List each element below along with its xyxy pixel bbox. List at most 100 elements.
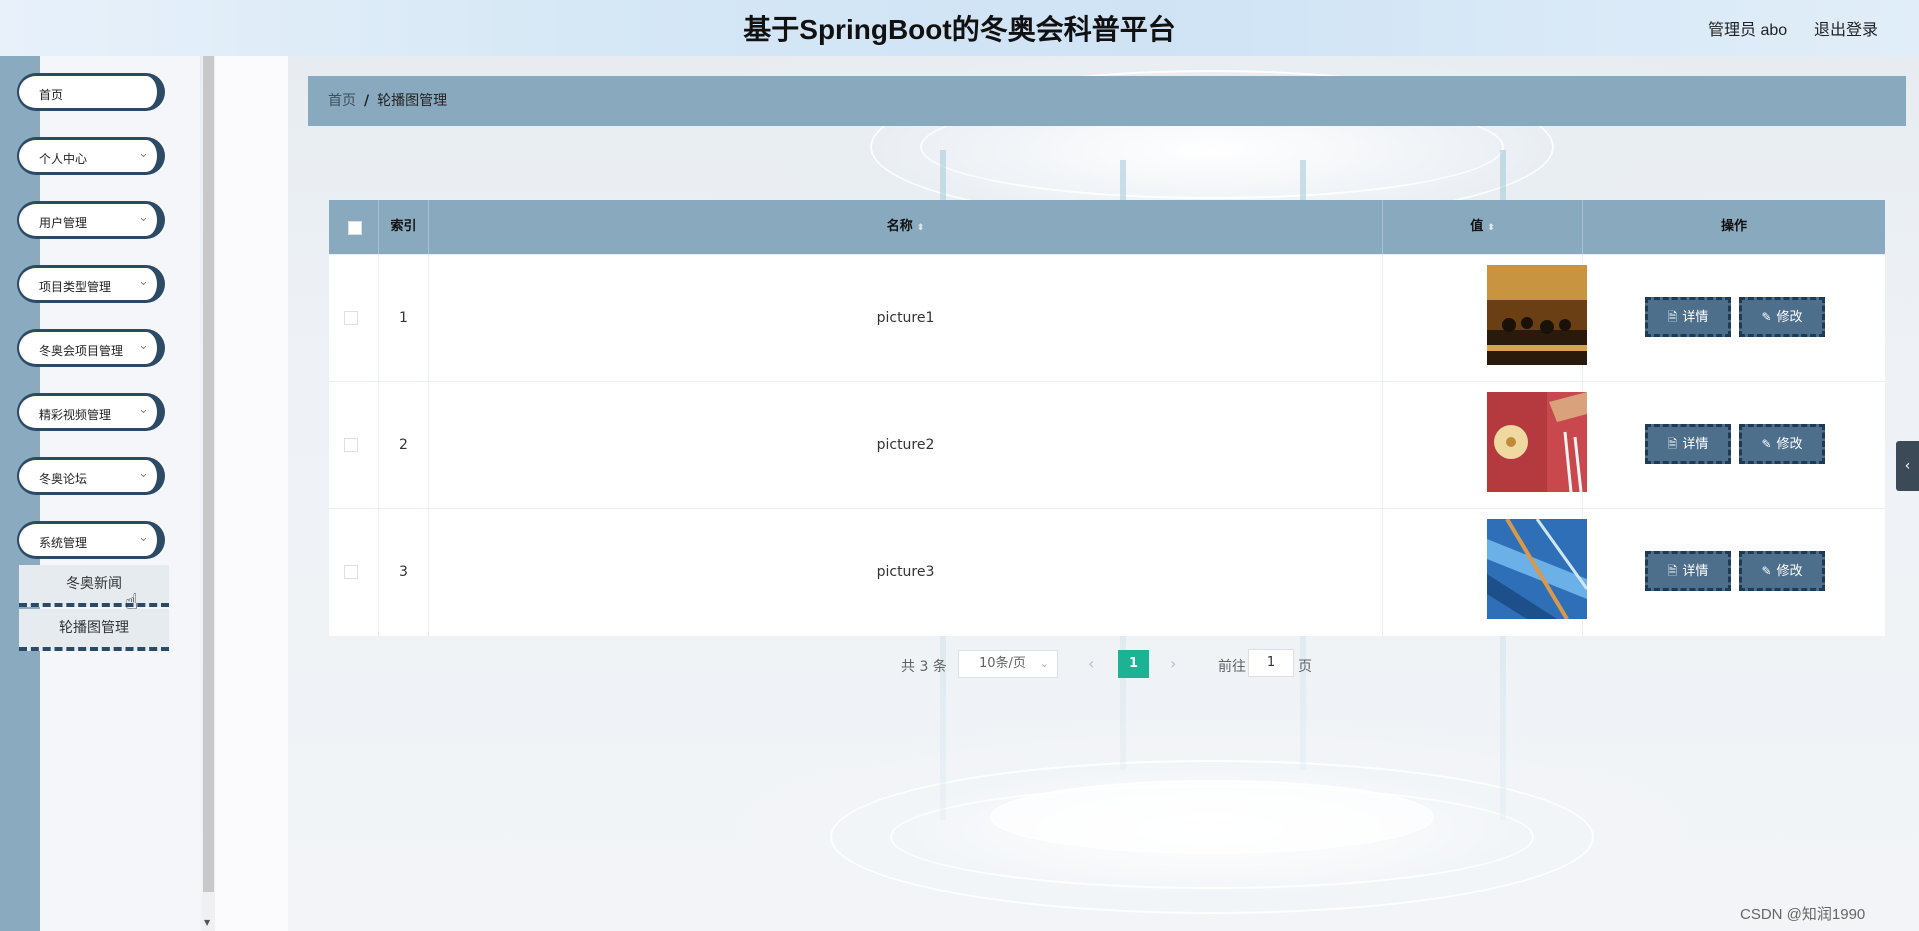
row-checkbox[interactable] (344, 438, 358, 452)
sort-icon[interactable]: ⬍ (917, 223, 925, 233)
row-index: 2 (379, 382, 429, 509)
sidebar-item-label: 首页 (39, 88, 64, 102)
document-icon: 🗎 (1667, 437, 1678, 451)
header-index: 索引 (379, 200, 429, 254)
sort-icon[interactable]: ⬍ (1487, 223, 1495, 233)
breadcrumb: 首页 / 轮播图管理 (308, 76, 1906, 126)
carousel-thumbnail[interactable] (1487, 265, 1587, 365)
row-checkbox[interactable] (344, 311, 358, 325)
goto-suffix: 页 (1298, 659, 1312, 675)
page-title: 基于SpringBoot的冬奥会科普平台 (743, 14, 1176, 45)
edit-button[interactable]: ✎ 修改 (1739, 424, 1825, 464)
page-size-select[interactable]: 10条/页 ⌄ (958, 650, 1058, 678)
header-name-label: 名称 (886, 219, 913, 234)
sidebar-item-label: 个人中心 (39, 152, 88, 166)
detail-button-label: 详情 (1682, 310, 1709, 325)
sidebar-item-home[interactable]: 首页 (17, 73, 165, 111)
header-name[interactable]: 名称 ⬍ (429, 200, 1383, 254)
detail-button[interactable]: 🗎 详情 (1645, 297, 1731, 337)
edit-button-label: 修改 (1776, 437, 1803, 452)
submenu-item-carousel[interactable]: 轮播图管理 (19, 609, 169, 651)
content-gutter (215, 56, 288, 931)
chevron-down-icon: ⌄ (138, 146, 149, 161)
table-row: 2 picture2 🗎 详情 ✎ 修改 (329, 381, 1885, 509)
header-value-label: 值 (1470, 219, 1484, 234)
top-header: 基于SpringBoot的冬奥会科普平台 管理员 abo 退出登录 (0, 0, 1919, 56)
sidebar-item-label: 冬奥论坛 (39, 472, 88, 486)
header-actions: 操作 (1720, 219, 1747, 234)
row-name: picture3 (429, 509, 1383, 636)
chevron-down-icon: ⌄ (138, 466, 149, 481)
goto-page-input[interactable]: 1 (1248, 649, 1294, 677)
row-select-cell (329, 255, 379, 382)
chevron-down-icon: ⌄ (1039, 657, 1049, 670)
sidebar-item-label: 项目类型管理 (39, 280, 112, 294)
row-name: picture2 (429, 382, 1383, 509)
row-actions: 🗎 详情 ✎ 修改 (1583, 255, 1885, 382)
row-name: picture1 (429, 255, 1383, 382)
row-select-cell (329, 509, 379, 636)
carousel-thumbnail[interactable] (1487, 392, 1587, 492)
row-value (1383, 509, 1587, 636)
edit-button[interactable]: ✎ 修改 (1739, 551, 1825, 591)
edit-button[interactable]: ✎ 修改 (1739, 297, 1825, 337)
document-icon: 🗎 (1667, 310, 1678, 324)
sidebar-item-personal-center[interactable]: 个人中心 ⌄ (17, 137, 165, 175)
breadcrumb-separator: / (364, 93, 370, 109)
chevron-down-icon: ⌄ (138, 210, 149, 225)
breadcrumb-home[interactable]: 首页 (328, 93, 356, 109)
sidebar-item-label: 用户管理 (39, 216, 88, 230)
detail-button[interactable]: 🗎 详情 (1645, 551, 1731, 591)
detail-button[interactable]: 🗎 详情 (1645, 424, 1731, 464)
chevron-down-icon: ⌄ (138, 402, 149, 417)
chevron-left-icon[interactable]: ‹ (1896, 441, 1919, 491)
detail-button-label: 详情 (1682, 564, 1709, 579)
pencil-icon: ✎ (1761, 310, 1772, 324)
scrollbar-thumb[interactable] (203, 56, 214, 892)
table-header: 索引 名称 ⬍ 值 ⬍ 操作 (329, 200, 1885, 254)
pencil-icon: ✎ (1761, 564, 1772, 578)
edit-button-label: 修改 (1776, 310, 1803, 325)
prev-page-icon[interactable]: ‹ (1088, 654, 1094, 673)
sidebar-scrollbar[interactable]: ▼ (202, 56, 215, 931)
row-actions: 🗎 详情 ✎ 修改 (1583, 509, 1885, 636)
logout-link[interactable]: 退出登录 (1814, 16, 1878, 40)
sidebar-item-user-management[interactable]: 用户管理 ⌄ (17, 201, 165, 239)
submenu-item-news[interactable]: 冬奥新闻 (19, 565, 169, 607)
row-value (1383, 255, 1587, 382)
chevron-down-icon: ⌄ (138, 530, 149, 545)
detail-button-label: 详情 (1682, 437, 1709, 452)
sidebar-item-videos[interactable]: 精彩视频管理 ⌄ (17, 393, 165, 431)
pencil-icon: ✎ (1761, 437, 1772, 451)
current-user: 管理员 abo (1708, 22, 1788, 39)
next-page-icon[interactable]: › (1170, 654, 1176, 673)
sidebar-item-label: 精彩视频管理 (39, 408, 112, 422)
sidebar-item-project-type[interactable]: 项目类型管理 ⌄ (17, 265, 165, 303)
hand-cursor-icon: ☝ (125, 590, 139, 615)
pagination-total: 共 3 条 (901, 659, 947, 675)
sidebar-item-forum[interactable]: 冬奥论坛 ⌄ (17, 457, 165, 495)
scroll-down-icon[interactable]: ▼ (204, 918, 210, 927)
row-index: 3 (379, 509, 429, 636)
row-select-cell (329, 382, 379, 509)
edit-button-label: 修改 (1776, 564, 1803, 579)
chevron-down-icon: ⌄ (138, 338, 149, 353)
page-number-active[interactable]: 1 (1118, 650, 1149, 678)
breadcrumb-current: 轮播图管理 (377, 93, 448, 109)
select-all-checkbox[interactable] (348, 221, 362, 235)
sidebar-item-label: 冬奥会项目管理 (39, 344, 124, 358)
document-icon: 🗎 (1667, 564, 1678, 578)
header-select-cell (329, 200, 379, 254)
carousel-thumbnail[interactable] (1487, 519, 1587, 619)
sidebar-item-label: 系统管理 (39, 536, 88, 550)
header-value[interactable]: 值 ⬍ (1383, 200, 1583, 254)
row-value (1383, 382, 1587, 509)
page-size-value: 10条/页 (979, 656, 1026, 671)
table-row: 1 picture1 🗎 详情 ✎ 修改 (329, 254, 1885, 382)
sidebar-item-system[interactable]: 系统管理 ⌄ (17, 521, 165, 559)
sidebar-item-olympic-projects[interactable]: 冬奥会项目管理 ⌄ (17, 329, 165, 367)
table-row: 3 picture3 🗎 详情 ✎ 修改 (329, 508, 1885, 636)
row-checkbox[interactable] (344, 565, 358, 579)
row-index: 1 (379, 255, 429, 382)
chevron-down-icon: ⌄ (138, 274, 149, 289)
